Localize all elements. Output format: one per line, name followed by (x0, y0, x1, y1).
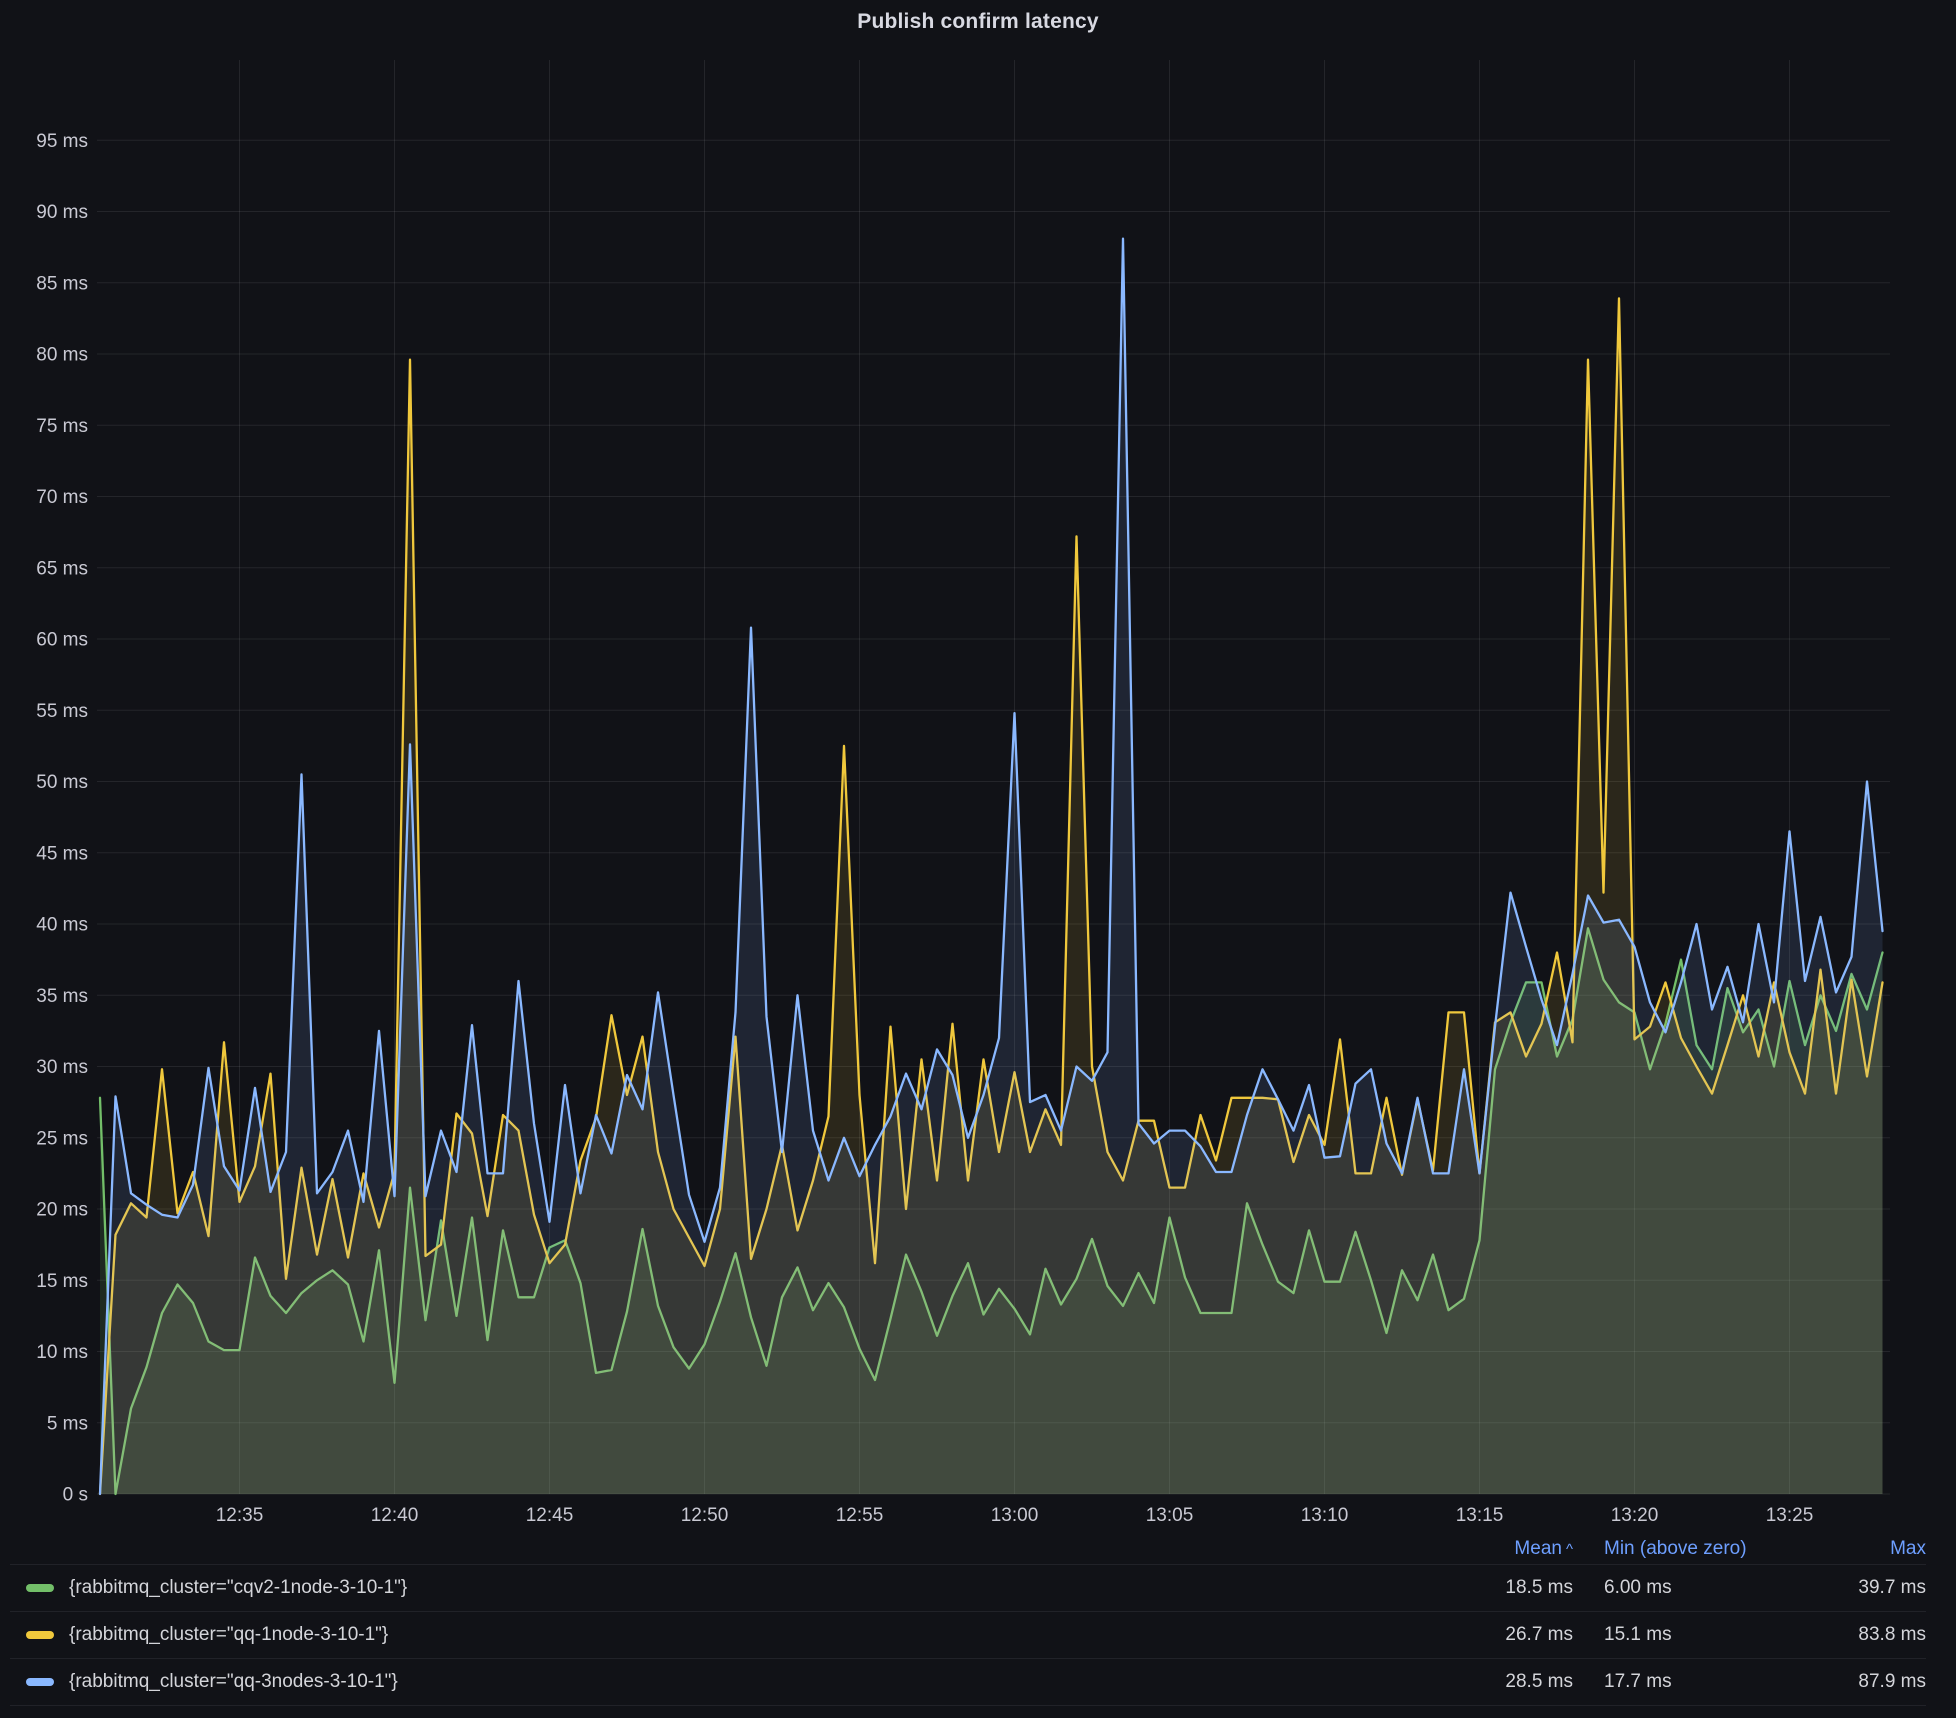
stat-mean: 18.5 ms (1403, 1577, 1573, 1599)
svg-text:12:40: 12:40 (371, 1505, 419, 1526)
svg-text:95 ms: 95 ms (36, 131, 88, 152)
series-color-swatch-blue (26, 1678, 54, 1686)
legend-row-qq-1node: {rabbitmq_cluster="qq-1node-3-10-1"} 26.… (10, 1611, 1926, 1658)
svg-text:13:25: 13:25 (1766, 1505, 1814, 1526)
svg-text:12:55: 12:55 (836, 1505, 884, 1526)
svg-text:10 ms: 10 ms (36, 1342, 88, 1363)
svg-text:25 ms: 25 ms (36, 1128, 88, 1149)
legend-series-toggle-qq-3nodes[interactable]: {rabbitmq_cluster="qq-3nodes-3-10-1"} (10, 1671, 1403, 1693)
svg-text:30 ms: 30 ms (36, 1057, 88, 1078)
stat-min: 17.7 ms (1573, 1671, 1786, 1693)
svg-text:13:10: 13:10 (1301, 1505, 1349, 1526)
svg-text:60 ms: 60 ms (36, 630, 88, 651)
chart-canvas[interactable]: 0 s 5 ms 10 ms 15 ms 20 ms 25 ms 30 ms 35 ms 40 … (0, 0, 1956, 1530)
svg-text:80 ms: 80 ms (36, 345, 88, 366)
stat-max: 39.7 ms (1786, 1577, 1926, 1599)
legend-row-cqv2-1node: {rabbitmq_cluster="cqv2-1node-3-10-1"} 1… (10, 1564, 1926, 1611)
stat-mean: 28.5 ms (1403, 1671, 1573, 1693)
stat-min: 15.1 ms (1573, 1624, 1786, 1646)
stat-min: 6.00 ms (1573, 1577, 1786, 1599)
grafana-panel: Publish confirm latency 0 s5 ms10 ms15 m… (0, 0, 1956, 1718)
svg-text:70 ms: 70 ms (36, 487, 88, 508)
legend-sort-min[interactable]: Min (above zero) (1573, 1538, 1786, 1560)
svg-text:55 ms: 55 ms (36, 701, 88, 722)
legend-series-toggle-cqv2-1node[interactable]: {rabbitmq_cluster="cqv2-1node-3-10-1"} (10, 1577, 1403, 1599)
legend-sort-mean[interactable]: Mean^ (1403, 1538, 1573, 1560)
x-axis-labels: 12:35 12:40 12:45 12:50 12:55 13:00 13:05 13:10… (216, 1505, 1814, 1526)
svg-text:35 ms: 35 ms (36, 986, 88, 1007)
series-color-swatch-yellow (26, 1631, 54, 1639)
legend-series-toggle-qq-1node[interactable]: {rabbitmq_cluster="qq-1node-3-10-1"} (10, 1624, 1403, 1646)
svg-text:13:00: 13:00 (991, 1505, 1039, 1526)
legend-header-row: Mean^ Min (above zero) Max (10, 1534, 1926, 1564)
svg-text:13:20: 13:20 (1611, 1505, 1659, 1526)
y-axis-labels: 0 s 5 ms 10 ms 15 ms 20 ms 25 ms 30 ms 35 ms 40 … (36, 131, 88, 1506)
legend-table: Mean^ Min (above zero) Max {rabbitmq_clu… (10, 1534, 1926, 1706)
svg-text:12:50: 12:50 (681, 1505, 729, 1526)
svg-text:50 ms: 50 ms (36, 772, 88, 793)
stat-max: 83.8 ms (1786, 1624, 1926, 1646)
svg-text:90 ms: 90 ms (36, 202, 88, 223)
svg-text:20 ms: 20 ms (36, 1200, 88, 1221)
series-label-text: {rabbitmq_cluster="cqv2-1node-3-10-1"} (69, 1577, 407, 1599)
svg-text:45 ms: 45 ms (36, 843, 88, 864)
svg-text:12:45: 12:45 (526, 1505, 574, 1526)
svg-text:0 s: 0 s (63, 1485, 88, 1506)
series-label-text: {rabbitmq_cluster="qq-1node-3-10-1"} (69, 1624, 388, 1646)
svg-text:85 ms: 85 ms (36, 273, 88, 294)
svg-text:15 ms: 15 ms (36, 1271, 88, 1292)
svg-text:13:05: 13:05 (1146, 1505, 1194, 1526)
svg-text:5 ms: 5 ms (47, 1413, 88, 1434)
legend-row-qq-3nodes: {rabbitmq_cluster="qq-3nodes-3-10-1"} 28… (10, 1658, 1926, 1706)
svg-text:40 ms: 40 ms (36, 915, 88, 936)
svg-text:13:15: 13:15 (1456, 1505, 1504, 1526)
sort-ascending-icon: ^ (1566, 1541, 1573, 1558)
legend-sort-max[interactable]: Max (1786, 1538, 1926, 1560)
svg-text:75 ms: 75 ms (36, 416, 88, 437)
series-label-text: {rabbitmq_cluster="qq-3nodes-3-10-1"} (69, 1671, 398, 1693)
series-color-swatch-green (26, 1584, 54, 1592)
svg-text:65 ms: 65 ms (36, 558, 88, 579)
svg-text:12:35: 12:35 (216, 1505, 264, 1526)
stat-max: 87.9 ms (1786, 1671, 1926, 1693)
stat-mean: 26.7 ms (1403, 1624, 1573, 1646)
